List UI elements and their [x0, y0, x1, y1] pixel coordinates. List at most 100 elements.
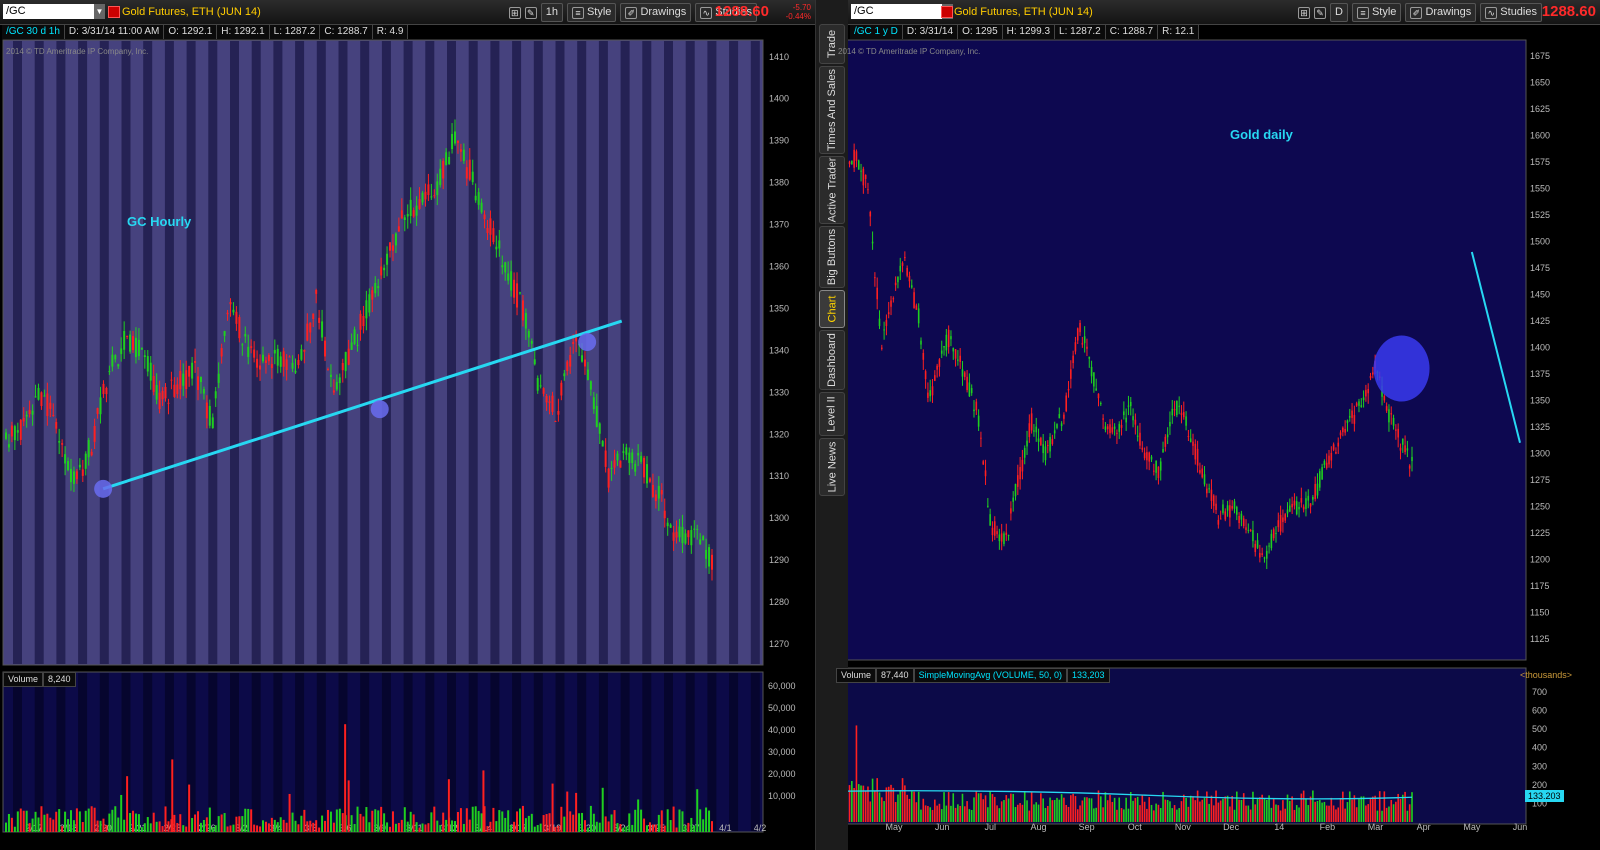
candle-body	[696, 528, 699, 530]
candle-body	[973, 409, 975, 412]
info-close: C: 1288.7	[1105, 25, 1159, 39]
style-label: Style	[1371, 6, 1397, 18]
volume-tick-label: 500	[1532, 724, 1547, 734]
volume-bar	[1272, 798, 1275, 822]
side-tab-big-buttons[interactable]: Big Buttons	[819, 226, 845, 288]
volume-bar	[49, 817, 52, 832]
style-button[interactable]: ≡ Style	[1351, 3, 1402, 22]
volume-bar	[548, 813, 551, 832]
side-tab-label: Active Trader	[826, 157, 838, 223]
volume-bar	[34, 811, 37, 832]
candle-body	[1328, 455, 1330, 465]
candle-body	[922, 352, 925, 360]
volume-bar	[1249, 809, 1252, 822]
volume-units: <thousands>	[1519, 670, 1572, 680]
candle-body	[114, 355, 117, 360]
side-tab-chart[interactable]: Chart	[819, 290, 845, 328]
volume-bar	[1017, 804, 1019, 822]
volume-bar	[1164, 799, 1167, 822]
candle-body	[1351, 410, 1353, 418]
volume-tick-label: 600	[1532, 706, 1547, 716]
candle-body	[5, 432, 7, 439]
candle-body	[566, 361, 569, 372]
y-tick-label: 1290	[769, 555, 789, 565]
candle-body	[1060, 423, 1063, 427]
side-tab-level-ii[interactable]: Level II	[819, 392, 845, 436]
volume-bar	[415, 822, 418, 832]
wrench-icon[interactable]: ✎	[524, 6, 537, 19]
candle-body	[403, 217, 406, 220]
volume-bar	[663, 825, 666, 832]
candle-body	[137, 339, 140, 357]
candle-body	[99, 397, 102, 415]
candle-body	[1245, 527, 1247, 530]
grid-icon[interactable]: ⊞	[508, 6, 521, 19]
volume-stripe	[273, 673, 283, 831]
candle-body	[583, 359, 586, 367]
candle-body	[598, 423, 601, 434]
side-tab-live-news[interactable]: Live News	[819, 438, 845, 496]
timeframe-button[interactable]: 1h	[540, 3, 563, 22]
volume-bar	[1180, 801, 1183, 822]
volume-bar	[516, 811, 519, 832]
x-tick-label: Feb	[1320, 822, 1336, 832]
candle-body	[1169, 421, 1171, 427]
y-tick-label: 1400	[769, 94, 789, 104]
side-tab-active-trader[interactable]: Active Trader	[819, 156, 845, 224]
x-tick-label: 3/6	[339, 823, 352, 833]
chart-label[interactable]: /GC 1 y D	[850, 25, 903, 39]
candle-body	[1408, 465, 1411, 469]
symbol-link-icon[interactable]	[941, 6, 953, 18]
symbol-dropdown-icon[interactable]: ▼	[94, 4, 105, 19]
side-tab-dashboard[interactable]: Dashboard	[819, 330, 845, 390]
symbol-input[interactable]: /GC	[3, 4, 101, 19]
x-tick-label: Jul	[985, 822, 997, 832]
volume-stripe	[78, 673, 88, 831]
chart-label[interactable]: /GC 30 d 1h	[2, 25, 65, 39]
volume-bar	[927, 805, 929, 822]
grid-icon[interactable]: ⊞	[1298, 6, 1311, 19]
candle-body	[273, 349, 276, 354]
wrench-icon[interactable]: ✎	[1314, 6, 1327, 19]
candle-body	[1035, 426, 1038, 433]
candle-body	[1215, 503, 1217, 510]
symbol-link-icon[interactable]	[108, 6, 120, 18]
candle-body	[1187, 436, 1190, 438]
symbol-input[interactable]: /GC	[851, 4, 949, 19]
volume-bar	[1065, 804, 1068, 822]
drawings-button[interactable]: ✐ Drawings	[1405, 3, 1477, 22]
drawings-button[interactable]: ✐ Drawings	[620, 3, 692, 22]
x-tick-label: 4/2	[754, 823, 767, 833]
side-tab-times-and-sales[interactable]: Times And Sales	[819, 66, 845, 154]
volume-bar	[1351, 799, 1353, 822]
chart-annotation: GC Hourly	[127, 214, 192, 229]
candle-body	[1312, 496, 1314, 500]
volume-stripe	[164, 673, 174, 831]
volume-bar	[1046, 805, 1049, 822]
volume-bar	[513, 821, 516, 832]
volume-bar	[572, 814, 575, 832]
candle-body	[959, 355, 961, 362]
volume-bar	[143, 823, 146, 832]
x-tick-label: 14	[1274, 822, 1284, 832]
y-tick-label: 1375	[1530, 369, 1550, 379]
volume-bar	[347, 780, 350, 832]
volume-bar	[270, 817, 273, 832]
volume-stripe	[316, 673, 326, 831]
hourly-chart-pane: /GC ▼ Gold Futures, ETH (JUN 14) ⊞ ✎ 1h …	[0, 0, 815, 850]
candle-body	[285, 359, 288, 370]
volume-bar	[901, 778, 904, 822]
candle-body	[1171, 408, 1174, 416]
candle-body	[129, 334, 132, 352]
studies-button[interactable]: ∿ Studies	[1480, 3, 1542, 22]
style-button[interactable]: ≡ Style	[566, 3, 617, 22]
volume-bar	[699, 809, 702, 832]
side-tab-trade[interactable]: Trade	[819, 24, 845, 64]
timeframe-button[interactable]: D	[1330, 3, 1348, 22]
volume-bar	[247, 808, 250, 832]
volume-stripe	[664, 673, 673, 831]
candle-body	[46, 393, 49, 417]
candle-body	[982, 461, 985, 465]
candle-body	[197, 376, 200, 390]
candle-body	[1132, 416, 1134, 421]
